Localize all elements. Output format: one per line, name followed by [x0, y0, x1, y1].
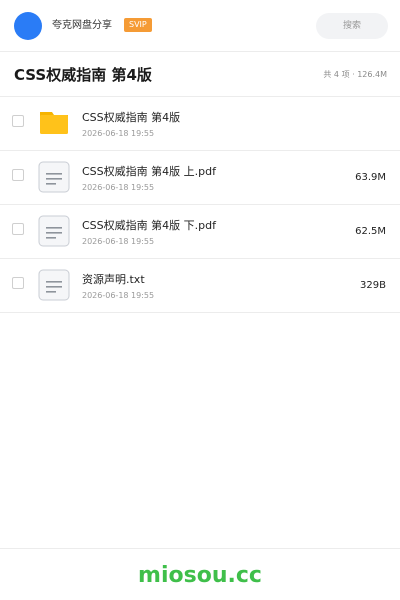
file-list: CSS权威指南 第4版 2026-06-18 19:55 CSS权威指南 第4版… — [0, 97, 400, 313]
folder-title-row: CSS权威指南 第4版 共 4 项 · 126.4M — [0, 52, 400, 97]
file-row[interactable]: 资源声明.txt 2026-06-18 19:55 329B — [0, 259, 400, 313]
svip-badge: SVIP — [124, 18, 152, 32]
file-date: 2026-06-18 19:55 — [82, 129, 155, 138]
select-checkbox[interactable] — [12, 277, 24, 289]
file-name: CSS权威指南 第4版 下.pdf — [82, 219, 216, 232]
search-input[interactable] — [316, 13, 388, 39]
file-row[interactable]: CSS权威指南 第4版 下.pdf 2026-06-18 19:55 62.5M — [0, 205, 400, 259]
header-bar: 夸克网盘分享 SVIP — [0, 0, 400, 52]
file-date: 2026-06-18 19:55 — [82, 237, 155, 246]
file-name: 资源声明.txt — [82, 273, 145, 286]
file-date: 2026-06-18 19:55 — [82, 291, 155, 300]
select-checkbox[interactable] — [12, 115, 24, 127]
folder-icon — [40, 112, 68, 134]
file-name: CSS权威指南 第4版 — [82, 111, 181, 124]
file-row[interactable]: CSS权威指南 第4版 2026-06-18 19:55 — [0, 97, 400, 151]
footer: miosou.cc — [0, 548, 400, 600]
site-brand-link[interactable]: miosou.cc — [138, 563, 262, 589]
folder-stats: 共 4 项 · 126.4M — [323, 70, 387, 79]
share-owner-name: 夸克网盘分享 — [52, 20, 112, 31]
file-row[interactable]: CSS权威指南 第4版 上.pdf 2026-06-18 19:55 63.9M — [0, 151, 400, 205]
document-icon — [38, 215, 70, 247]
file-size: 62.5M — [355, 226, 386, 237]
select-checkbox[interactable] — [12, 223, 24, 235]
page-title: CSS权威指南 第4版 — [14, 66, 152, 84]
avatar[interactable] — [14, 12, 42, 40]
file-size: 329B — [360, 280, 386, 291]
file-date: 2026-06-18 19:55 — [82, 183, 155, 192]
document-icon — [38, 161, 70, 193]
select-checkbox[interactable] — [12, 169, 24, 181]
document-icon — [38, 269, 70, 301]
file-name: CSS权威指南 第4版 上.pdf — [82, 165, 216, 178]
file-size: 63.9M — [355, 172, 386, 183]
